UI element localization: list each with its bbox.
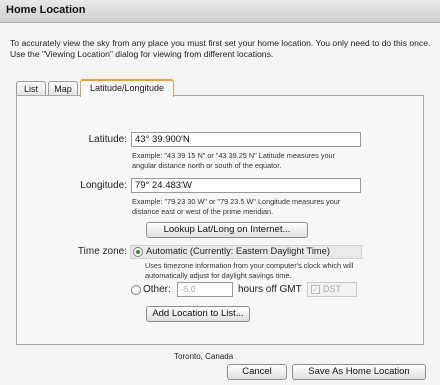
gmt-offset-field[interactable]: -5.0 [177, 282, 233, 297]
lat-long-panel: Latitude: 43° 39.900'N Example: "43 39 1… [16, 95, 424, 345]
timezone-other-label[interactable]: Other: [143, 284, 171, 295]
save-home-location-button[interactable]: Save As Home Location [292, 364, 426, 380]
home-location-dialog: Home Location To accurately view the sky… [0, 0, 440, 385]
lookup-latlong-button[interactable]: Lookup Lat/Long on Internet... [146, 222, 308, 238]
latitude-help: Example: "43 39 15 N" or "43 39.25 N" La… [132, 151, 336, 170]
timezone-automatic-help: Uses timezone information from your comp… [145, 261, 354, 280]
tab-list[interactable]: List [16, 81, 46, 96]
timezone-other-radio[interactable] [131, 285, 141, 295]
dst-checkbox[interactable]: ✓ [311, 285, 320, 294]
dialog-title: Home Location [6, 4, 86, 16]
tab-latitude-longitude[interactable]: Latitude/Longitude [80, 79, 174, 97]
add-location-button[interactable]: Add Location to List... [146, 306, 250, 322]
latitude-label: Latitude: [88, 134, 127, 145]
cancel-button[interactable]: Cancel [227, 364, 287, 380]
longitude-field[interactable]: 79° 24.483'W [131, 178, 361, 193]
timezone-automatic-label[interactable]: Automatic (Currently: Eastern Daylight T… [146, 246, 330, 256]
location-name: Toronto, Canada [174, 352, 234, 361]
intro-text: To accurately view the sky from any plac… [10, 38, 431, 59]
longitude-help: Example: "79 23 30 W" or "79 23.5 W" Lon… [132, 197, 341, 216]
timezone-automatic-radio[interactable] [133, 247, 143, 257]
hours-off-gmt-label: hours off GMT [238, 284, 302, 295]
timezone-label: Time zone: [77, 246, 127, 257]
longitude-label: Longitude: [80, 180, 127, 191]
dst-label: DST [323, 284, 341, 294]
tab-map[interactable]: Map [48, 81, 78, 96]
latitude-field[interactable]: 43° 39.900'N [131, 132, 361, 147]
title-bar[interactable]: Home Location [0, 0, 440, 23]
